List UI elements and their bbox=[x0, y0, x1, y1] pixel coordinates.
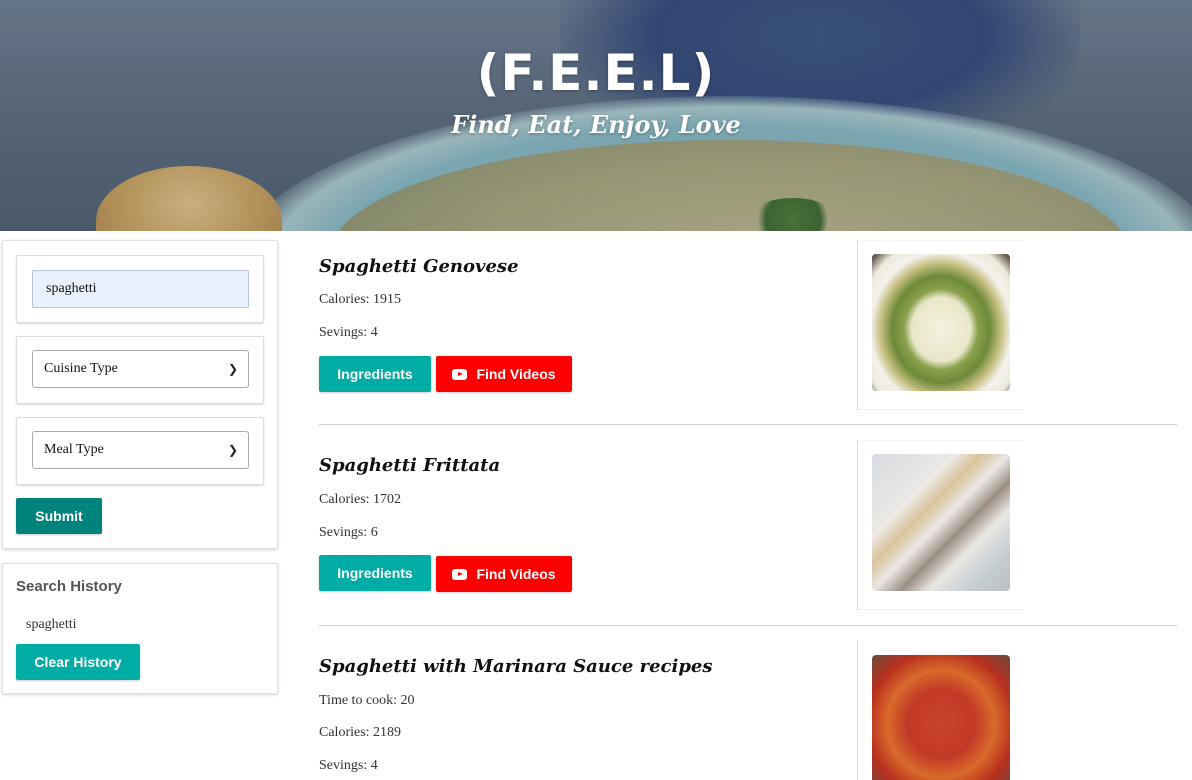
recipe-card: Spaghetti with Marinara Sauce recipes Ti… bbox=[319, 656, 1179, 780]
recipe-calories: Calories: 2189 bbox=[319, 725, 402, 740]
site-title: (F.E.E.L) bbox=[476, 44, 716, 102]
history-item[interactable]: spaghetti bbox=[26, 617, 77, 633]
search-history-title: Search History bbox=[16, 578, 122, 595]
meal-type-value: Meal Type bbox=[44, 442, 104, 457]
find-videos-label: Find Videos bbox=[476, 366, 556, 382]
recipe-servings: Sevings: 4 bbox=[319, 325, 378, 340]
find-videos-label: Find Videos bbox=[476, 566, 556, 582]
meal-field-card: Meal Type ❯ bbox=[16, 417, 264, 485]
recipe-title: Spaghetti Genovese bbox=[319, 256, 519, 277]
youtube-icon bbox=[452, 568, 468, 580]
site-tagline: Find, Eat, Enjoy, Love bbox=[451, 110, 741, 139]
meal-type-select[interactable]: Meal Type ❯ bbox=[32, 431, 249, 469]
recipe-calories: Calories: 1702 bbox=[319, 492, 402, 507]
cuisine-type-value: Cuisine Type bbox=[44, 361, 118, 376]
divider bbox=[319, 625, 1177, 626]
recipe-title: Spaghetti with Marinara Sauce recipes bbox=[319, 656, 713, 677]
recipe-servings: Sevings: 4 bbox=[319, 758, 378, 773]
youtube-icon bbox=[452, 368, 468, 380]
column-divider bbox=[857, 640, 858, 780]
recipe-servings: Sevings: 6 bbox=[319, 525, 378, 540]
recipe-time: Time to cook: 20 bbox=[319, 693, 415, 708]
search-panel: spaghetti Cuisine Type ❯ Meal Type ❯ Sub… bbox=[2, 240, 278, 549]
find-videos-button[interactable]: Find Videos bbox=[436, 556, 572, 592]
chevron-down-icon: ❯ bbox=[227, 362, 238, 376]
recipe-calories: Calories: 1915 bbox=[319, 292, 402, 307]
submit-button[interactable]: Submit bbox=[16, 498, 102, 534]
recipe-card: Spaghetti Frittata Calories: 1702 Seving… bbox=[319, 455, 1179, 605]
ingredients-button[interactable]: Ingredients bbox=[319, 356, 431, 392]
chevron-down-icon: ❯ bbox=[227, 443, 238, 457]
search-input[interactable]: spaghetti bbox=[32, 270, 249, 308]
recipe-image[interactable] bbox=[872, 655, 1010, 780]
divider bbox=[319, 424, 1177, 425]
ingredients-button[interactable]: Ingredients bbox=[319, 555, 431, 591]
cuisine-type-select[interactable]: Cuisine Type ❯ bbox=[32, 350, 249, 388]
recipe-title: Spaghetti Frittata bbox=[319, 455, 501, 476]
find-videos-button[interactable]: Find Videos bbox=[436, 356, 572, 392]
search-history-panel: Search History spaghetti Clear History bbox=[2, 563, 278, 694]
hero-banner: (F.E.E.L) Find, Eat, Enjoy, Love bbox=[0, 0, 1192, 231]
recipe-card: Spaghetti Genovese Calories: 1915 Seving… bbox=[319, 256, 1179, 406]
recipe-image[interactable] bbox=[872, 254, 1010, 391]
search-field-card: spaghetti bbox=[16, 255, 264, 323]
recipe-image[interactable] bbox=[872, 454, 1010, 591]
clear-history-button[interactable]: Clear History bbox=[16, 644, 140, 680]
cuisine-field-card: Cuisine Type ❯ bbox=[16, 336, 264, 404]
